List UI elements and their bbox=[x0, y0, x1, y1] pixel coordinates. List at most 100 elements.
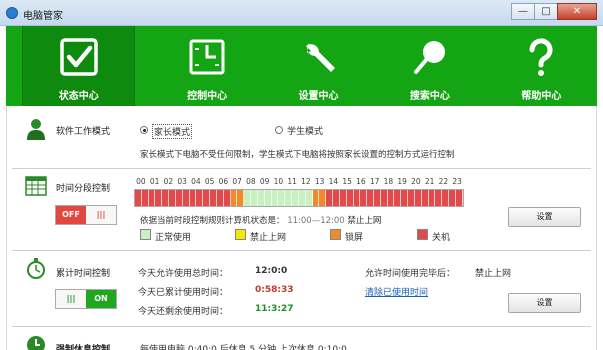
time-slot-cell[interactable] bbox=[339, 190, 347, 206]
nav-label-settings: 设置中心 bbox=[298, 91, 339, 102]
nav-item-search[interactable]: 搜索中心 bbox=[374, 26, 485, 106]
rest-control-text: 每使用电脑 0:40:0 后休息 5 分钟 上次休息 0:10:0 bbox=[140, 345, 347, 350]
hour-label: 10 bbox=[273, 177, 284, 186]
nav-item-help[interactable]: 帮助中心 bbox=[486, 26, 597, 106]
mode-option-home[interactable]: 家长模式 bbox=[152, 124, 193, 139]
clear-used-time-link[interactable]: 清除已使用时间 bbox=[365, 285, 428, 298]
time-slot-cell[interactable] bbox=[182, 190, 190, 206]
legend-swatch-normal bbox=[140, 229, 151, 240]
time-slot-cell[interactable] bbox=[414, 190, 422, 206]
status-panel bbox=[6, 106, 597, 350]
divider bbox=[12, 168, 591, 169]
schedule-settings-button[interactable]: 设置 bbox=[508, 207, 581, 227]
time-slot-cell[interactable] bbox=[428, 190, 436, 206]
time-slot-cell[interactable] bbox=[189, 190, 197, 206]
time-slot-cell[interactable] bbox=[360, 190, 368, 206]
time-slot-cell[interactable] bbox=[264, 190, 272, 206]
time-slot-cell[interactable] bbox=[175, 190, 183, 206]
nav-item-status[interactable]: 状态中心 bbox=[22, 26, 136, 106]
magnifier-icon bbox=[413, 41, 445, 74]
time-slot-cell[interactable] bbox=[442, 190, 450, 206]
time-slot-cell[interactable] bbox=[223, 190, 231, 206]
legend-swatch-blocked bbox=[235, 229, 246, 240]
hour-label: 14 bbox=[328, 177, 339, 186]
schedule-toggle-off: OFF bbox=[56, 206, 86, 224]
maximize-button[interactable]: □ bbox=[534, 3, 558, 20]
time-slot-cell[interactable] bbox=[421, 190, 429, 206]
time-slot-cell[interactable] bbox=[244, 190, 252, 206]
time-slot-cell[interactable] bbox=[203, 190, 211, 206]
schedule-status-value: 禁止上网 bbox=[347, 216, 382, 226]
hour-label: 05 bbox=[204, 177, 215, 186]
mode-radio-home[interactable] bbox=[140, 126, 148, 134]
time-slot-cell[interactable] bbox=[305, 190, 313, 206]
divider bbox=[12, 326, 591, 327]
time-slot-cell[interactable] bbox=[285, 190, 293, 206]
time-slot-cell[interactable] bbox=[141, 190, 149, 206]
time-slot-cell[interactable] bbox=[251, 190, 258, 206]
time-slot-cell[interactable] bbox=[162, 190, 170, 206]
checkmark-icon bbox=[59, 38, 98, 76]
time-slot-bar[interactable] bbox=[134, 189, 464, 207]
time-slot-cell[interactable] bbox=[292, 190, 299, 206]
time-slot-cell[interactable] bbox=[367, 190, 374, 206]
hour-label: 07 bbox=[232, 177, 242, 186]
nav-label-help: 帮助中心 bbox=[521, 91, 562, 102]
toggle-handle: ||| bbox=[56, 290, 86, 308]
time-slot-cell[interactable] bbox=[155, 190, 163, 206]
time-slot-cell[interactable] bbox=[271, 190, 279, 206]
time-slot-cell[interactable] bbox=[237, 190, 245, 206]
time-slot-cell[interactable] bbox=[196, 190, 204, 206]
mode-radio-student[interactable] bbox=[275, 126, 283, 134]
rest-icon bbox=[27, 336, 45, 350]
time-slot-cell[interactable] bbox=[148, 190, 156, 206]
time-slot-cell[interactable] bbox=[380, 190, 388, 206]
time-slot-cell[interactable] bbox=[230, 190, 238, 206]
nav-item-settings[interactable]: 设置中心 bbox=[263, 26, 374, 106]
schedule-toggle[interactable]: OFF ||| bbox=[55, 205, 117, 225]
time-slot-cell[interactable] bbox=[278, 190, 286, 206]
toggle-handle: ||| bbox=[86, 206, 116, 224]
minimize-icon: — bbox=[518, 6, 528, 17]
cumulative-settings-button[interactable]: 设置 bbox=[508, 293, 581, 313]
nav-label-control: 控制中心 bbox=[187, 91, 228, 102]
time-slot-cell[interactable] bbox=[387, 190, 395, 206]
time-slot-cell[interactable] bbox=[435, 190, 443, 206]
legend-label-shutdown: 关机 bbox=[432, 233, 451, 243]
legend-label-blocked: 禁止上网 bbox=[250, 233, 287, 243]
time-slot-cell[interactable] bbox=[210, 190, 217, 206]
nav-item-control[interactable]: 控制中心 bbox=[151, 26, 262, 106]
mode-description: 家长模式下电脑不受任何限制，学生模式下电脑将按照家长设置的控制方式运行控制 bbox=[140, 150, 455, 160]
time-slot-cell[interactable] bbox=[257, 190, 265, 206]
hour-label: 04 bbox=[191, 177, 201, 186]
time-slot-cell[interactable] bbox=[346, 190, 354, 206]
time-slot-cell[interactable] bbox=[298, 190, 306, 206]
maximize-icon: □ bbox=[541, 6, 551, 17]
time-slot-cell[interactable] bbox=[449, 190, 456, 206]
time-slot-cell[interactable] bbox=[373, 190, 381, 206]
time-slot-cell[interactable] bbox=[394, 190, 402, 206]
mode-option-student[interactable]: 学生模式 bbox=[287, 124, 323, 137]
time-slot-cell[interactable] bbox=[169, 190, 176, 206]
rest-control-title: 强制休息控制 bbox=[56, 345, 111, 350]
time-slot-cell[interactable] bbox=[135, 190, 142, 206]
hour-labels: 00 01 02 03 04 05 06 07 08 09 10 11 12 13 14 15 16 17 18 19… bbox=[134, 177, 464, 186]
time-slot-cell[interactable] bbox=[401, 190, 409, 206]
minimize-button[interactable]: — bbox=[511, 3, 535, 20]
time-slot-cell[interactable] bbox=[326, 190, 334, 206]
close-button[interactable]: ✕ bbox=[557, 3, 597, 20]
hour-label: 17 bbox=[369, 177, 380, 186]
time-slot-cell[interactable] bbox=[333, 190, 340, 206]
time-slot-cell[interactable] bbox=[353, 190, 361, 206]
hour-label: 02 bbox=[163, 177, 174, 186]
remaining-time-value: 11:3:27 bbox=[255, 304, 294, 314]
time-slot-cell[interactable] bbox=[312, 190, 320, 206]
cumulative-toggle-on: ON bbox=[86, 290, 116, 308]
time-slot-cell[interactable] bbox=[455, 190, 463, 206]
question-icon bbox=[529, 38, 553, 76]
time-slot-cell[interactable] bbox=[216, 190, 224, 206]
nav-label-status: 状态中心 bbox=[58, 91, 99, 102]
time-slot-cell[interactable] bbox=[319, 190, 327, 206]
time-slot-cell[interactable] bbox=[408, 190, 415, 206]
cumulative-toggle[interactable]: ||| ON bbox=[55, 289, 117, 309]
